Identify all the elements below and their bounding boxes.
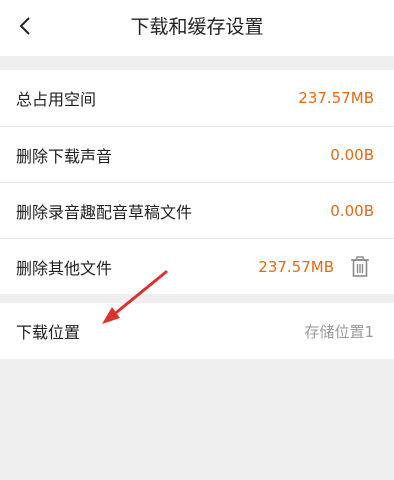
delete-dub-drafts-label: 删除录音趣配音草稿文件	[16, 202, 193, 222]
delete-other-files-row[interactable]: 删除其他文件 237.57MB	[0, 238, 394, 294]
total-space-value: 237.57MB	[298, 89, 374, 107]
delete-other-files-right: 237.57MB	[258, 253, 374, 281]
trash-icon	[351, 255, 369, 277]
download-location-value: 存储位置1	[304, 322, 374, 341]
download-location-label: 下载位置	[16, 323, 81, 342]
delete-dub-drafts-row[interactable]: 删除录音趣配音草稿文件 0.00B	[0, 182, 394, 238]
header-bar: 下载和缓存设置	[0, 0, 394, 56]
download-location-row[interactable]: 下载位置 存储位置1	[0, 303, 394, 359]
total-space-label: 总占用空间	[16, 90, 97, 109]
delete-other-files-value: 237.57MB	[258, 257, 334, 276]
delete-download-audio-value: 0.00B	[330, 145, 374, 164]
delete-other-files-label: 删除其他文件	[16, 258, 113, 278]
download-location-section: 下载位置 存储位置1	[0, 303, 394, 359]
delete-dub-drafts-value: 0.00B	[330, 201, 374, 220]
total-space-row: 总占用空间 237.57MB	[0, 70, 394, 126]
storage-list: 总占用空间 237.57MB 删除下载声音 0.00B 删除录音趣配音草稿文件 …	[0, 70, 394, 294]
section-gap	[0, 56, 394, 70]
delete-download-audio-label: 删除下载声音	[16, 146, 113, 166]
delete-download-audio-row[interactable]: 删除下载声音 0.00B	[0, 126, 394, 182]
page-title: 下载和缓存设置	[130, 16, 264, 38]
trash-button[interactable]	[346, 253, 374, 281]
